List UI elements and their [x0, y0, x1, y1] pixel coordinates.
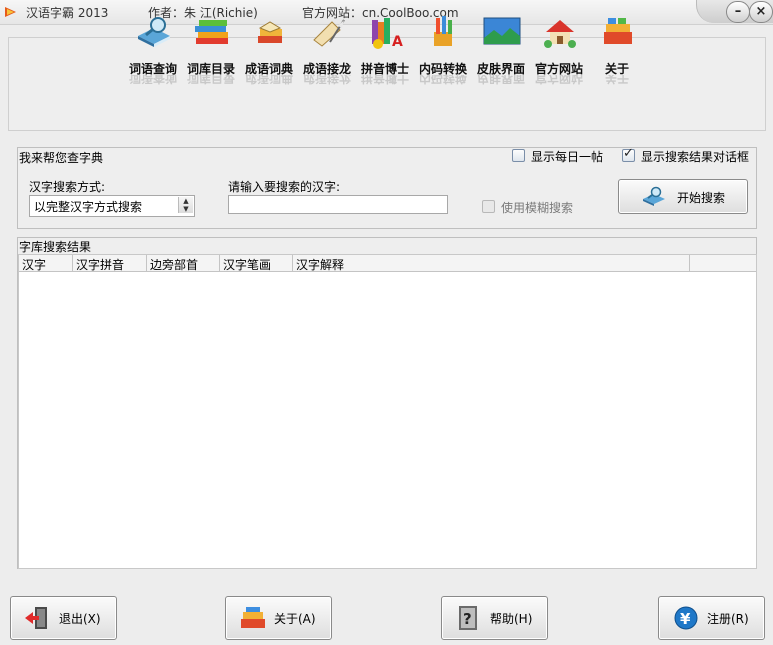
results-group-title: 字库搜索结果 [19, 240, 92, 254]
stacked-books-icon [195, 20, 228, 44]
register-label: 注册(R) [707, 612, 749, 626]
tool-skin-interface[interactable]: 皮肤界面 皮肤界面 [472, 8, 530, 88]
tool-word-lookup[interactable]: 词语查询 词语查询 [124, 8, 182, 88]
help-label: 帮助(H) [490, 612, 533, 626]
book-magnifier-icon [138, 17, 170, 47]
close-button[interactable]: × [749, 1, 773, 23]
column-header-radical[interactable]: 边旁部首 [147, 255, 220, 272]
column-header-pinyin[interactable]: 汉字拼音 [73, 255, 147, 272]
tool-label-reflection: 词语查询 [128, 75, 177, 85]
tool-dictionary-catalog[interactable]: 词库目录 词库目录 [182, 8, 240, 88]
svg-text:?: ? [463, 610, 472, 628]
exit-door-icon [25, 607, 47, 629]
tool-about[interactable]: 关于 关于 [588, 8, 646, 88]
daily-post-label: 显示每日一帖 [531, 150, 604, 164]
about-button[interactable]: 关于(A) [225, 596, 332, 640]
column-header-strokes[interactable]: 汉字笔画 [220, 255, 293, 272]
tool-label-reflection: 成语接龙 [302, 75, 351, 85]
column-header-filler [690, 255, 755, 271]
show-dialog-checkbox[interactable] [622, 146, 635, 162]
about-label: 关于(A) [274, 612, 316, 626]
tool-label-reflection: 成语词典 [244, 75, 293, 85]
spin-arrows-icon[interactable]: ▲ ▼ [178, 197, 193, 213]
tool-pinyin-doctor[interactable]: A 拼音博士 拼音博士 [356, 8, 414, 88]
tool-label-reflection: 关于 [604, 75, 629, 85]
fuzzy-search-checkbox[interactable] [482, 200, 495, 213]
column-header-meaning[interactable]: 汉字解释 [293, 255, 690, 272]
yen-coin-icon: ¥ [674, 606, 698, 630]
tool-label-reflection: 内码转换 [418, 75, 467, 85]
tool-idiom-chain[interactable]: 成语接龙 成语接龙 [298, 8, 356, 88]
books-letter-a-icon: A [372, 18, 403, 50]
landscape-skin-icon [483, 17, 521, 45]
help-book-icon: ? [459, 606, 477, 630]
exit-button[interactable]: 退出(X) [10, 596, 117, 640]
tool-label-reflection: 皮肤界面 [476, 75, 525, 85]
start-search-button[interactable]: 开始搜索 [618, 179, 748, 214]
daily-post-checkbox[interactable] [512, 149, 525, 162]
color-books-icon [241, 607, 265, 628]
help-button[interactable]: ? 帮助(H) [441, 596, 548, 640]
svg-text:A: A [392, 34, 403, 50]
pencils-cup-icon [434, 16, 452, 46]
column-header-char[interactable]: 汉字 [19, 255, 73, 272]
register-button[interactable]: ¥ 注册(R) [658, 596, 765, 640]
minimize-button[interactable]: – [726, 1, 750, 23]
tool-code-convert[interactable]: 内码转换 内码转换 [414, 8, 472, 88]
scroll-quill-icon [313, 19, 345, 47]
color-books-icon [604, 18, 632, 44]
tool-idiom-dictionary[interactable]: 成语词典 成语词典 [240, 8, 298, 88]
lookup-group-title: 我来帮您查字典 [19, 151, 104, 165]
tool-label-reflection: 官方网站 [534, 75, 583, 85]
search-mode-value: 以完整汉字方式搜索 [34, 200, 143, 214]
tool-label-reflection: 词库目录 [186, 75, 235, 85]
house-icon [544, 20, 576, 48]
char-input-label: 请输入要搜索的汉字: [228, 180, 341, 194]
show-dialog-label: 显示搜索结果对话框 [641, 150, 750, 164]
results-header: 汉字 汉字拼音 边旁部首 汉字笔画 汉字解释 [19, 255, 756, 272]
search-mode-label: 汉字搜索方式: [29, 180, 106, 194]
results-table[interactable]: 汉字 汉字拼音 边旁部首 汉字笔画 汉字解释 [18, 254, 757, 569]
tool-official-website[interactable]: 官方网站 官方网站 [530, 8, 588, 88]
svg-text:¥: ¥ [680, 610, 691, 628]
book-magnifier-icon [643, 186, 665, 206]
app-logo-icon [5, 7, 16, 17]
char-search-input[interactable] [228, 195, 448, 214]
open-books-icon [258, 21, 282, 43]
search-mode-select[interactable]: 以完整汉字方式搜索 ▲ ▼ [29, 195, 195, 217]
start-search-label: 开始搜索 [677, 191, 726, 205]
exit-label: 退出(X) [59, 612, 101, 626]
tool-label-reflection: 拼音博士 [360, 75, 409, 85]
fuzzy-search-label: 使用模糊搜索 [501, 201, 574, 215]
app-title: 汉语字霸 2013 [26, 6, 109, 20]
